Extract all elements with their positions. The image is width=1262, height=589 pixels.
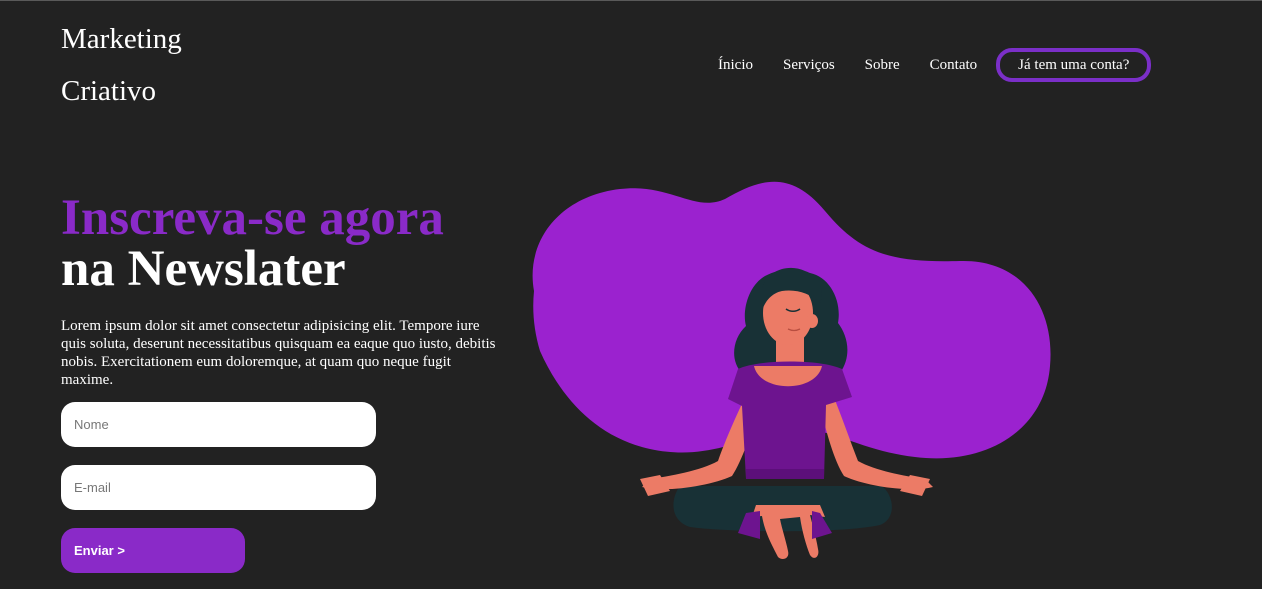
waistband (746, 469, 824, 479)
meditating-woman-icon (532, 181, 1051, 559)
top-navigation: Ínicio Serviços Sobre Contato Já tem uma… (703, 48, 1152, 82)
email-input[interactable] (61, 465, 376, 510)
ear (806, 314, 818, 328)
nav-item-contato[interactable]: Contato (930, 57, 978, 74)
name-input[interactable] (61, 402, 376, 447)
logo: Marketing Criativo (61, 13, 261, 117)
logo-line-2: Criativo (61, 75, 157, 107)
hero-title: Inscreva-se agora na Newslater (61, 193, 444, 295)
login-button[interactable]: Já tem uma conta? (996, 48, 1152, 82)
submit-button[interactable]: Enviar > (61, 528, 245, 573)
nav-item-inicio[interactable]: Ínicio (718, 57, 753, 74)
hero-title-accent: Inscreva-se agora (61, 190, 444, 246)
nav-item-servicos[interactable]: Serviços (783, 57, 835, 74)
hero-title-main: na Newslater (61, 241, 346, 297)
hero-description: Lorem ipsum dolor sit amet consectetur a… (61, 318, 496, 388)
logo-line-1: Marketing (61, 23, 182, 55)
nav-item-sobre[interactable]: Sobre (865, 57, 900, 74)
